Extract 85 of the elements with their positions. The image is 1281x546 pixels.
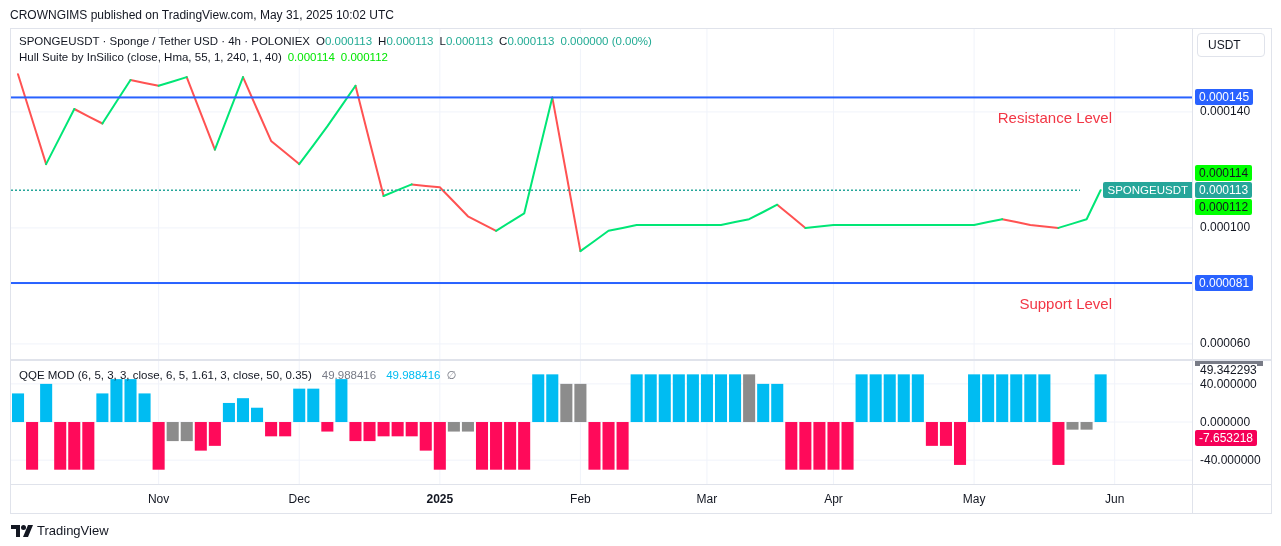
histogram-bar: [729, 374, 742, 422]
histogram-bar: [1024, 374, 1037, 422]
histogram-bar: [236, 398, 249, 422]
histogram-bar: [490, 422, 503, 470]
indicator-value: 0.000114: [287, 50, 335, 65]
histogram-bar: [68, 422, 81, 470]
credit-line: CROWNGIMS published on TradingView.com, May 31, 2025 10:02 UTC: [9, 7, 395, 24]
histogram-bar: [251, 407, 264, 422]
value-label: 0.000000: [1200, 416, 1251, 429]
indicator-title: Hull Suite by InSilico (close, Hma, 55, 1, 240, 1, 40): [19, 50, 282, 65]
histogram-bar: [644, 374, 657, 422]
value-label: 40.000000: [1200, 377, 1257, 391]
histogram-bar: [363, 422, 376, 442]
histogram-bar: [1010, 374, 1023, 422]
histogram-bar: [1038, 374, 1051, 422]
histogram-bar: [532, 374, 545, 422]
symbol-title: SPONGEUSDT · Sponge / Tether USD · 4h · POLONIEX: [19, 34, 310, 49]
histogram-bar: [686, 374, 699, 422]
date-label: 2025: [426, 492, 454, 506]
histogram-bar: [757, 383, 770, 422]
histogram-bar: [222, 402, 235, 422]
histogram-bar: [883, 374, 896, 422]
hidden-icon[interactable]: ∅: [446, 368, 457, 383]
price-label: 0.000140: [1200, 104, 1251, 118]
date-label: Jun: [1105, 492, 1125, 506]
logo-icon: [11, 524, 33, 537]
histogram-bar: [504, 422, 517, 470]
price-change: 0.000000 (0.00%): [560, 34, 652, 49]
date-label: Feb: [570, 492, 591, 506]
histogram-bar: [658, 374, 671, 422]
histogram-bar: [827, 422, 840, 470]
histogram-bar: [715, 374, 728, 422]
price-tag: 0.000114: [1195, 165, 1253, 182]
histogram-bar: [265, 422, 278, 437]
histogram-bar: [391, 422, 404, 437]
symbol-tag: SPONGEUSDT: [1103, 182, 1192, 199]
histogram-bar: [771, 383, 784, 422]
price-label: 0.000100: [1200, 220, 1251, 234]
histogram-bar: [518, 422, 531, 470]
histogram-bar: [785, 422, 798, 470]
date-label: May: [962, 492, 986, 506]
level-label: Resistance Level: [997, 109, 1112, 127]
price-tag: 0.000145: [1195, 89, 1254, 106]
histogram-bar: [40, 383, 53, 422]
histogram-bar: [799, 422, 812, 470]
histogram-bar: [743, 374, 756, 422]
histogram-bar: [869, 374, 882, 422]
date-label: Mar: [696, 492, 718, 506]
indicator-value: 49.988416: [386, 368, 441, 383]
ohlc-label: L: [439, 34, 446, 49]
histogram-bar: [672, 374, 685, 422]
histogram-bar: [700, 374, 713, 422]
histogram-bar: [996, 374, 1009, 422]
value-tag: -7.653218: [1195, 430, 1258, 446]
histogram-bar: [546, 374, 559, 422]
histogram-bar: [54, 422, 67, 470]
histogram-bar: [630, 374, 643, 422]
price-label: 0.000060: [1200, 336, 1251, 350]
histogram-bar: [954, 422, 967, 465]
currency-button[interactable]: USDT: [1197, 33, 1265, 57]
price-tag: 0.000112: [1195, 199, 1253, 216]
histogram-bar: [602, 422, 615, 470]
histogram-bar: [841, 422, 854, 470]
brand-name: TradingView: [37, 523, 109, 538]
histogram-bar: [616, 422, 629, 470]
histogram-bar: [588, 422, 601, 470]
histogram-bar: [897, 374, 910, 422]
value-label: -40.000000: [1200, 454, 1261, 468]
date-label: Apr: [824, 492, 843, 506]
histogram-bar: [855, 374, 868, 422]
histogram-bar: [574, 383, 587, 422]
histogram-bar: [939, 422, 952, 446]
level-label: Support Level: [1019, 295, 1112, 312]
histogram-bar: [968, 374, 981, 422]
histogram-bar: [813, 422, 826, 470]
price-tag: 0.000081: [1195, 275, 1254, 291]
date-label: Nov: [147, 492, 170, 506]
indicator-value: 49.988416: [321, 368, 377, 383]
indicator-title: QQE MOD (6, 5, 3, 3, close, 6, 5, 1.61, 3, close, 50, 0.35): [19, 368, 312, 383]
date-label: Dec: [288, 492, 310, 506]
price-tag: 0.000113: [1195, 182, 1253, 199]
histogram-bar: [560, 383, 573, 422]
histogram-bar: [982, 374, 995, 422]
histogram-bar: [377, 422, 390, 437]
histogram-bar: [208, 422, 221, 446]
